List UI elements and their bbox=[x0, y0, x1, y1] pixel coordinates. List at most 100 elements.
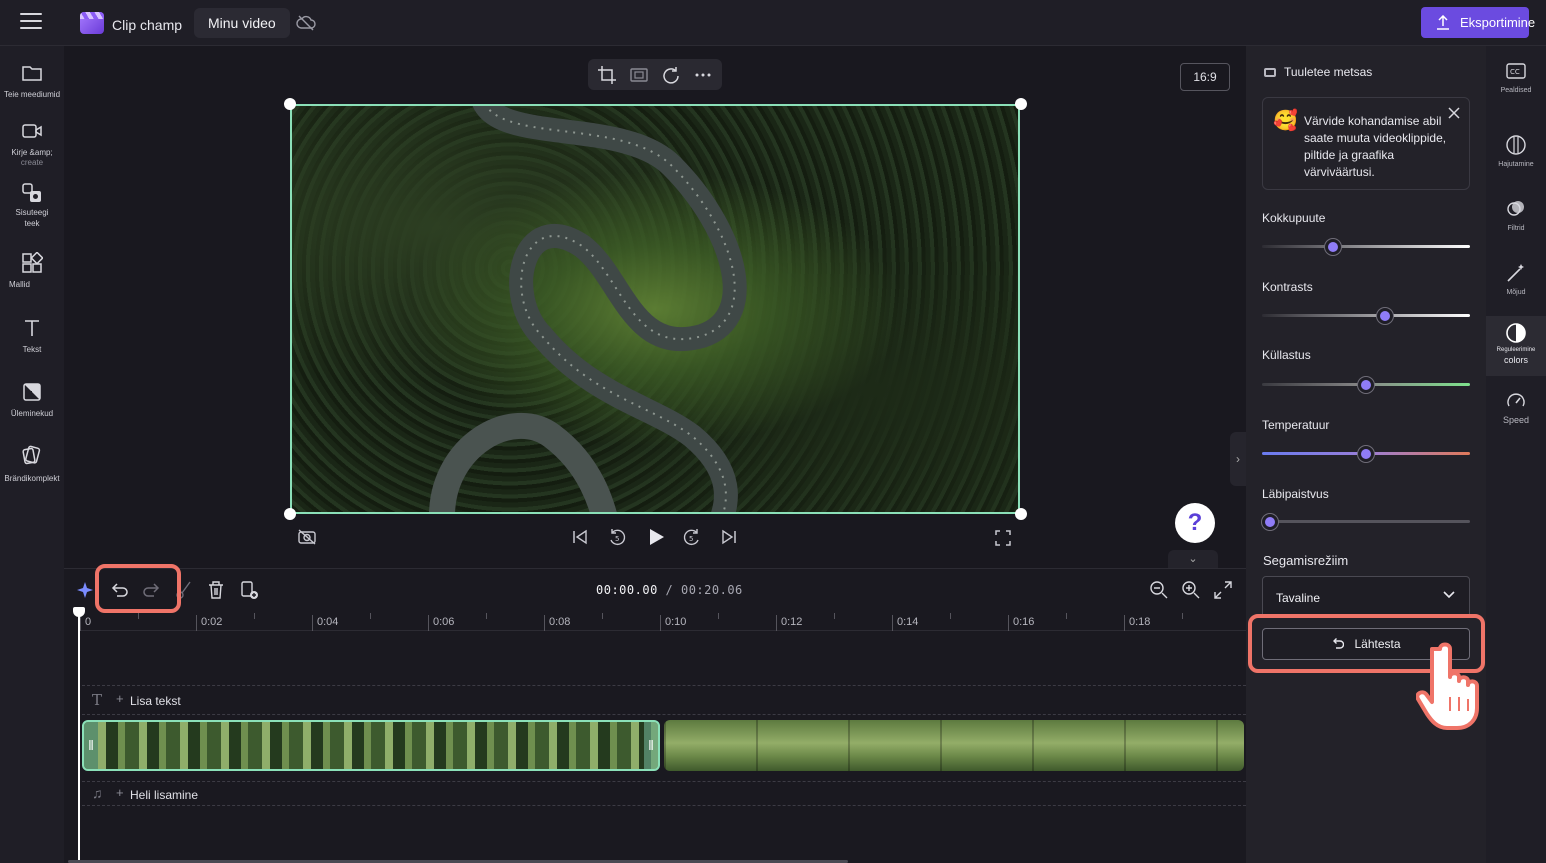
current-time: 00:00.00 bbox=[596, 583, 658, 597]
slider-label-exposure: Kokkupuute bbox=[1262, 211, 1326, 225]
playhead[interactable] bbox=[73, 607, 85, 863]
timeline: 00:00.00 / 00:20.06 0 0:02 0:04 0:06 0:0… bbox=[64, 568, 1246, 863]
slider-label-saturation: Küllastus bbox=[1262, 348, 1311, 362]
add-text-track[interactable]: T + Lisa tekst bbox=[82, 685, 1246, 715]
video-clip-selected[interactable]: ‖ ‖ bbox=[82, 720, 660, 771]
help-button[interactable]: ? bbox=[1175, 503, 1215, 543]
export-button[interactable]: Eksportimine bbox=[1421, 7, 1535, 38]
clip-title: Tuuletee metsas bbox=[1264, 65, 1372, 79]
camera-icon bbox=[22, 124, 42, 138]
tip-text: Värvide kohandamise abil saate muuta vid… bbox=[1304, 114, 1447, 179]
resize-handle-top-right[interactable] bbox=[1015, 98, 1027, 110]
preview-toolbar bbox=[588, 59, 722, 90]
add-audio-track[interactable]: ♫ + Heli lisamine bbox=[82, 781, 1246, 806]
skip-back-icon[interactable] bbox=[572, 529, 588, 545]
zoom-out-icon[interactable] bbox=[1148, 579, 1170, 601]
temperature-slider[interactable] bbox=[1262, 446, 1470, 462]
slider-track bbox=[1262, 314, 1470, 317]
sidebar-item-label: Kirje &amp; bbox=[11, 148, 53, 157]
app-name: Clip champ bbox=[112, 17, 183, 33]
tip-card: 🥰 Värvide kohandamise abil saate muuta v… bbox=[1262, 97, 1470, 190]
exposure-slider[interactable] bbox=[1262, 239, 1470, 255]
blend-mode-select[interactable]: Tavaline bbox=[1262, 576, 1470, 618]
opacity-slider[interactable] bbox=[1262, 514, 1470, 530]
sidebar-item-content-library[interactable]: Sisuteegi teek bbox=[0, 182, 64, 229]
speed-icon bbox=[1507, 393, 1525, 407]
timeline-ruler[interactable]: 0 0:02 0:04 0:06 0:08 0:10 0:12 0:14 0:1… bbox=[80, 609, 1246, 631]
sidebar-item-label: Üleminekud bbox=[10, 409, 54, 418]
clip-trim-handle-right[interactable]: ‖ bbox=[644, 722, 658, 769]
saturation-slider[interactable] bbox=[1262, 377, 1470, 393]
tab-label: Filtrid bbox=[1507, 225, 1525, 232]
skip-forward-icon[interactable] bbox=[721, 529, 737, 545]
aspect-ratio-button[interactable]: 16:9 bbox=[1180, 63, 1230, 91]
sidebar-item-media[interactable]: Teie meediumid bbox=[0, 62, 64, 100]
close-icon[interactable] bbox=[1446, 105, 1462, 121]
camera-off-icon[interactable] bbox=[298, 529, 316, 545]
more-options-icon[interactable] bbox=[693, 65, 713, 85]
sidebar-item-text[interactable]: Tekst bbox=[0, 317, 64, 355]
forward-5-icon[interactable]: 5 bbox=[682, 527, 702, 547]
export-label: Eksportimine bbox=[1460, 15, 1536, 30]
adjust-colors-icon bbox=[1506, 323, 1526, 343]
sidebar-item-record[interactable]: Kirje &amp; create bbox=[0, 120, 64, 168]
chevron-down-icon bbox=[1443, 591, 1455, 599]
sidebar-item-transitions[interactable]: Üleminekud bbox=[0, 381, 64, 419]
slider-knob[interactable] bbox=[1358, 446, 1374, 462]
duplicate-icon[interactable] bbox=[238, 579, 260, 601]
slider-knob[interactable] bbox=[1377, 308, 1394, 324]
tab-fade[interactable]: Hajutamine bbox=[1486, 134, 1546, 184]
slider-knob[interactable] bbox=[1262, 514, 1278, 530]
slider-knob[interactable] bbox=[1358, 377, 1374, 393]
fit-icon[interactable] bbox=[629, 65, 649, 85]
cloud-offline-icon[interactable] bbox=[296, 14, 316, 32]
sidebar-item-brand-kit[interactable]: Brändikomplekt bbox=[0, 444, 64, 484]
video-clip[interactable] bbox=[664, 720, 1244, 771]
tick-label: 0 bbox=[80, 615, 91, 631]
delete-icon[interactable] bbox=[205, 579, 227, 601]
sidebar-item-sublabel: create bbox=[20, 158, 44, 167]
resize-handle-bottom-left[interactable] bbox=[284, 508, 296, 520]
contrast-slider[interactable] bbox=[1262, 308, 1470, 324]
fit-timeline-icon[interactable] bbox=[1212, 579, 1234, 601]
sidebar-item-templates[interactable]: Mallid bbox=[0, 252, 64, 290]
tab-effects[interactable]: Mõjud bbox=[1486, 262, 1546, 312]
folder-icon bbox=[22, 66, 42, 81]
color-adjust-panel: Tuuletee metsas 🥰 Värvide kohandamise ab… bbox=[1246, 46, 1486, 863]
tick-label: 0:12 bbox=[776, 615, 802, 631]
tab-captions[interactable]: CC Pealdised bbox=[1486, 60, 1546, 110]
road-image bbox=[429, 106, 747, 512]
project-name[interactable]: Minu video bbox=[194, 8, 290, 38]
zoom-in-icon[interactable] bbox=[1180, 579, 1202, 601]
tick-label: 0:08 bbox=[544, 615, 570, 631]
tick-label: 0:16 bbox=[1008, 615, 1034, 631]
collapse-right-panel-button[interactable]: › bbox=[1230, 432, 1246, 486]
tick-label: 0:10 bbox=[660, 615, 686, 631]
tab-speed[interactable]: Speed bbox=[1486, 390, 1546, 440]
add-audio-label: Heli lisamine bbox=[130, 788, 199, 802]
slider-knob[interactable] bbox=[1325, 239, 1342, 255]
sidebar-item-label: Sisuteegi bbox=[15, 208, 49, 217]
play-icon[interactable] bbox=[646, 527, 666, 547]
effects-icon bbox=[1507, 264, 1524, 282]
film-icon bbox=[1264, 68, 1276, 77]
menu-icon[interactable] bbox=[20, 13, 42, 31]
rewind-5-icon[interactable]: 5 bbox=[607, 527, 627, 547]
video-preview[interactable] bbox=[290, 104, 1020, 514]
text-track-icon: T bbox=[92, 691, 103, 709]
fullscreen-icon[interactable] bbox=[995, 530, 1011, 546]
resize-handle-bottom-right[interactable] bbox=[1015, 508, 1027, 520]
chevron-down-icon[interactable]: ⌄ bbox=[1168, 550, 1218, 568]
brand-kit-icon bbox=[22, 445, 41, 465]
hand-pointer-icon bbox=[1416, 642, 1479, 730]
clipchamp-logo bbox=[80, 12, 104, 34]
clip-trim-handle-left[interactable]: ‖ bbox=[84, 722, 98, 769]
rotate-icon[interactable] bbox=[661, 65, 681, 85]
resize-handle-top-left[interactable] bbox=[284, 98, 296, 110]
tick-label: 0:04 bbox=[312, 615, 338, 631]
undo-redo-highlight bbox=[95, 564, 181, 613]
tab-adjust-colors[interactable]: Reguleerimine colors bbox=[1486, 316, 1546, 376]
crop-icon[interactable] bbox=[597, 65, 617, 85]
tab-filters[interactable]: Filtrid bbox=[1486, 198, 1546, 248]
plus-icon: + bbox=[116, 691, 124, 706]
